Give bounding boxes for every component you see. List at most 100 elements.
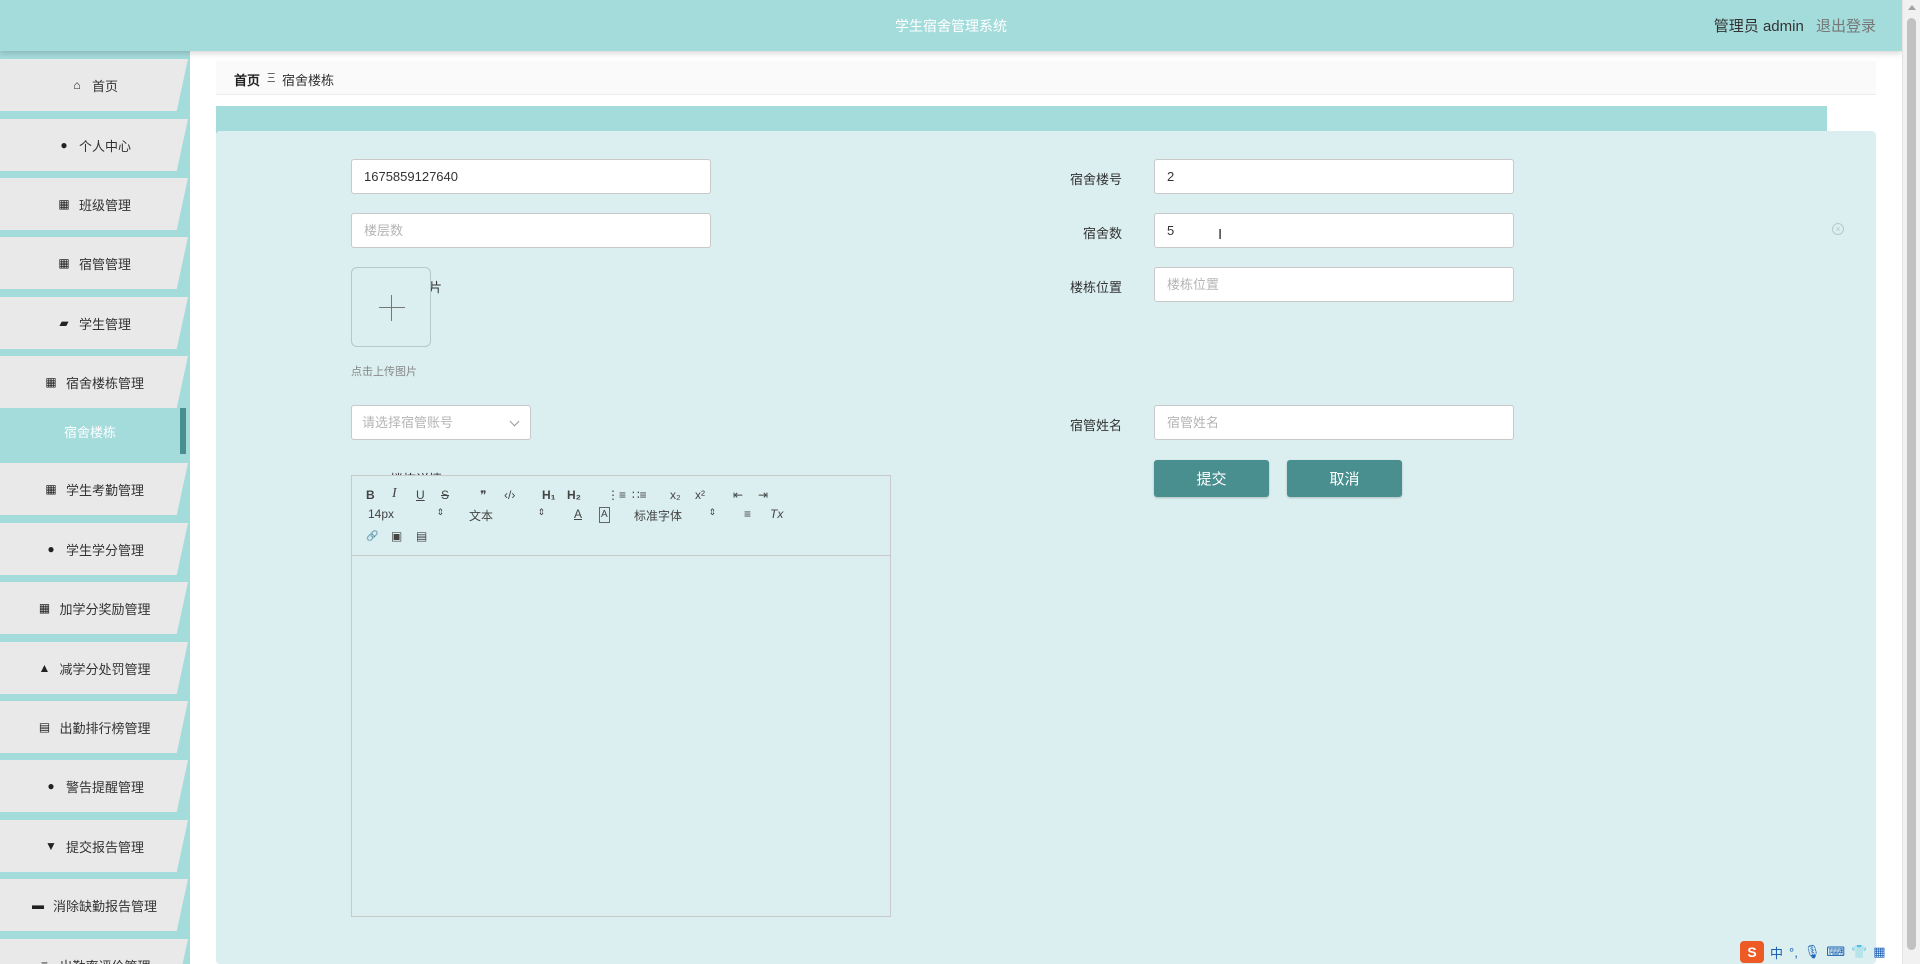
sidebar-item-label: 出勤排行榜管理 <box>59 720 151 736</box>
sidebar-item[interactable]: ▦ 班级管理 <box>0 178 188 230</box>
sidebar-item[interactable]: ● 警告提醒管理 <box>0 760 188 812</box>
sidebar-subitem-dorm-building[interactable]: 宿舍楼栋 <box>4 408 186 454</box>
sidebar-item[interactable]: ▲ 减学分处罚管理 <box>0 642 188 694</box>
image-icon[interactable]: ▣ <box>391 529 402 543</box>
font-size-value: 14px <box>368 507 395 521</box>
building-no-input[interactable] <box>351 159 711 194</box>
scrollbar-thumb[interactable] <box>1907 18 1916 950</box>
sidebar-item[interactable]: ▤ 出勤排行榜管理 <box>0 701 188 753</box>
strikethrough-icon[interactable]: S <box>441 488 449 502</box>
sidebar-item[interactable]: ⌂ 首页 <box>0 59 188 111</box>
bold-icon[interactable]: B <box>366 488 375 502</box>
sidebar-item[interactable]: ● 学生学分管理 <box>0 523 188 575</box>
sidebar-item-label: 学生管理 <box>78 316 131 332</box>
heading2-icon[interactable]: H₂ <box>567 488 581 502</box>
pin-icon: ● <box>47 542 55 556</box>
sidebar-item[interactable]: ▦ 宿舍楼栋管理 <box>0 356 188 408</box>
breadcrumb: 首页 Ξ 宿舍楼栋 <box>216 61 1876 95</box>
user-icon: ● <box>47 779 55 793</box>
breadcrumb-home[interactable]: 首页 <box>234 70 260 89</box>
sidebar-item[interactable]: ≡ 出勤率评价管理 <box>0 939 188 964</box>
manager-account-select[interactable]: 请选择宿管账号 <box>351 405 531 440</box>
sidebar-item-label: 提交报告管理 <box>65 839 144 855</box>
font-size-select[interactable]: 14px ⇕ <box>368 507 444 521</box>
manager-name-input[interactable] <box>1154 405 1514 440</box>
home-icon: ⌂ <box>73 78 81 92</box>
background-color-icon[interactable]: A <box>599 507 610 523</box>
align-icon[interactable]: ≡ <box>744 507 751 521</box>
floors-input[interactable] <box>351 213 711 248</box>
chevron-down-icon <box>509 416 520 427</box>
grid-icon: ▦ <box>45 375 57 389</box>
location-input[interactable] <box>1154 267 1514 302</box>
heading1-icon[interactable]: H₁ <box>542 488 556 502</box>
submit-button[interactable]: 提交 <box>1154 460 1269 497</box>
briefcase-icon: ▰ <box>59 316 69 330</box>
sidebar-item-label: 加学分奖励管理 <box>59 601 151 617</box>
underline-icon[interactable]: U <box>416 488 425 502</box>
sidebar-item[interactable]: ▬ 消除缺勤报告管理 <box>0 879 188 931</box>
sidebar-item[interactable]: ▰ 学生管理 <box>0 297 188 349</box>
close-icon[interactable]: × <box>1832 223 1844 235</box>
video-icon[interactable]: ▤ <box>416 529 427 543</box>
sidebar-item-label: 宿管管理 <box>78 256 131 272</box>
page-scrollbar[interactable] <box>1902 0 1920 964</box>
text-cursor-icon: I <box>1218 226 1223 243</box>
code-icon[interactable]: ‹/› <box>504 488 515 502</box>
section-header-strip <box>216 106 1827 134</box>
sidebar-item-label: 出勤率评价管理 <box>59 956 150 964</box>
app-title: 学生宿舍管理系统 <box>895 18 1007 34</box>
subscript-icon[interactable]: x₂ <box>670 488 681 502</box>
editor-content-area[interactable] <box>352 557 890 917</box>
ordered-list-icon[interactable]: ⋮≡ <box>607 488 626 502</box>
ime-toolbar: S 中 °, 🎙 ⌨ 👕 ▦ <box>1740 940 1902 964</box>
manager-name-label: 宿管姓名 <box>1069 418 1122 433</box>
top-header: 学生宿舍管理系统 管理员 admin 退出登录 <box>0 0 1902 51</box>
blockquote-icon[interactable]: ❞ <box>480 488 486 502</box>
sidebar-item-label: 学生考勤管理 <box>65 482 144 498</box>
cancel-button[interactable]: 取消 <box>1287 460 1402 497</box>
clean-format-icon[interactable]: Tx <box>770 507 783 521</box>
sidebar-item[interactable]: ▦ 宿管管理 <box>0 237 188 289</box>
ime-lang-toggle[interactable]: 中 <box>1770 943 1783 962</box>
user-info: 管理员 admin 退出登录 <box>1714 15 1876 36</box>
microphone-icon[interactable]: 🎙 <box>1804 944 1821 960</box>
dorm-building-label: 宿舍楼号 <box>1069 172 1122 187</box>
dorm-count-input[interactable] <box>1154 213 1514 248</box>
outdent-icon[interactable]: ⇤ <box>733 488 743 502</box>
skin-icon[interactable]: 👕 <box>1851 944 1867 960</box>
sidebar-item-label: 班级管理 <box>78 197 131 213</box>
sidebar-item-label: 学生学分管理 <box>65 542 144 558</box>
sidebar-item[interactable]: ▦ 加学分奖励管理 <box>0 582 188 634</box>
keyboard-icon[interactable]: ⌨ <box>1826 944 1845 960</box>
grid-icon: ▦ <box>45 482 57 496</box>
dorm-building-input[interactable] <box>1154 159 1514 194</box>
up-down-arrows-icon: ⇕ <box>537 507 545 517</box>
indent-icon[interactable]: ⇥ <box>758 488 768 502</box>
grid-icon: ▦ <box>58 256 70 270</box>
logout-link[interactable]: 退出登录 <box>1816 18 1876 35</box>
scroll-up-arrow-icon[interactable] <box>1908 5 1916 10</box>
sidebar-item[interactable]: ▦ 学生考勤管理 <box>0 463 188 515</box>
editor-toolbar: B I U S ❞ ‹/› H₁ H₂ ⋮≡ ∷≡ x₂ x² ⇤ ⇥ 14px… <box>352 476 890 556</box>
image-upload-button[interactable] <box>351 267 431 347</box>
sidebar-item-label: 警告提醒管理 <box>65 779 144 795</box>
sogou-logo-icon[interactable]: S <box>1740 941 1764 963</box>
italic-icon[interactable]: I <box>392 487 397 501</box>
link-icon[interactable]: 🔗 <box>366 530 378 544</box>
text-color-icon[interactable]: A <box>574 507 582 521</box>
form-panel: 楼栋编号 宿舍楼号 楼层数 宿舍数 I × 图片 点击上传图片 楼栋位置 宿管账… <box>216 131 1876 964</box>
apps-icon[interactable]: ▦ <box>1873 944 1885 960</box>
punctuation-icon[interactable]: °, <box>1789 945 1798 960</box>
font-family-select[interactable]: 标准字体 ⇕ <box>634 507 716 524</box>
sidebar-item[interactable]: ▼ 提交报告管理 <box>0 820 188 872</box>
up-down-arrows-icon: ⇕ <box>708 507 716 517</box>
header-value: 文本 <box>469 509 494 523</box>
rich-text-editor: B I U S ❞ ‹/› H₁ H₂ ⋮≡ ∷≡ x₂ x² ⇤ ⇥ 14px… <box>351 475 891 917</box>
header-select[interactable]: 文本 ⇕ <box>469 507 545 524</box>
superscript-icon[interactable]: x² <box>695 488 705 502</box>
bullet-list-icon[interactable]: ∷≡ <box>632 488 647 502</box>
plus-icon-vertical <box>391 295 392 321</box>
sidebar-item[interactable]: ● 个人中心 <box>0 119 188 171</box>
up-down-arrows-icon: ⇕ <box>436 507 444 517</box>
